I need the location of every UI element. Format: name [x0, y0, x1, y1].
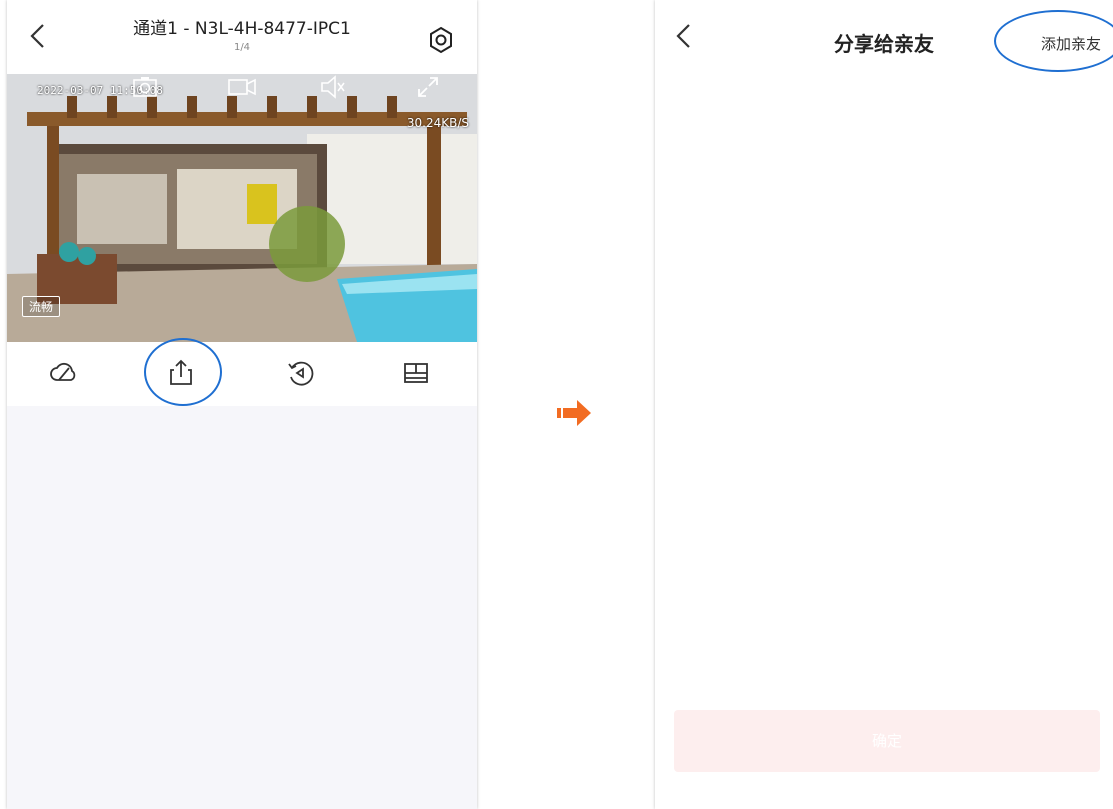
arrow-right-icon [557, 400, 591, 426]
share-highlight [144, 338, 222, 406]
page-title: 通道1 - N3L-4H-8477-IPC1 [133, 19, 351, 39]
mute-icon[interactable] [319, 74, 345, 100]
header: 通道1 - N3L-4H-8477-IPC1 1/4 [7, 0, 477, 74]
live-video[interactable]: 2022-03-07 11:50:08 30.24KB/S 流畅 [7, 74, 477, 342]
add-friend-highlight [994, 10, 1113, 72]
share-screen: 分享给亲友 添加亲友 确定 [655, 0, 1113, 809]
settings-icon[interactable] [427, 26, 455, 54]
multiview-icon[interactable] [399, 356, 433, 390]
playback-icon[interactable] [283, 356, 317, 390]
fullscreen-icon[interactable] [415, 74, 441, 100]
header: 分享给亲友 添加亲友 [655, 0, 1113, 74]
video-bitrate: 30.24KB/S [406, 116, 469, 130]
device-live-screen: 通道1 - N3L-4H-8477-IPC1 1/4 2022-03-07 11… [7, 0, 477, 809]
device-toolbar [7, 338, 477, 406]
record-icon[interactable] [227, 74, 257, 100]
snapshot-icon[interactable] [132, 74, 158, 100]
video-frame [7, 74, 477, 342]
cloud-icon[interactable] [47, 356, 81, 390]
confirm-button[interactable]: 确定 [674, 710, 1100, 772]
page-indicator: 1/4 [233, 42, 251, 53]
quality-button[interactable]: 流畅 [22, 296, 61, 317]
